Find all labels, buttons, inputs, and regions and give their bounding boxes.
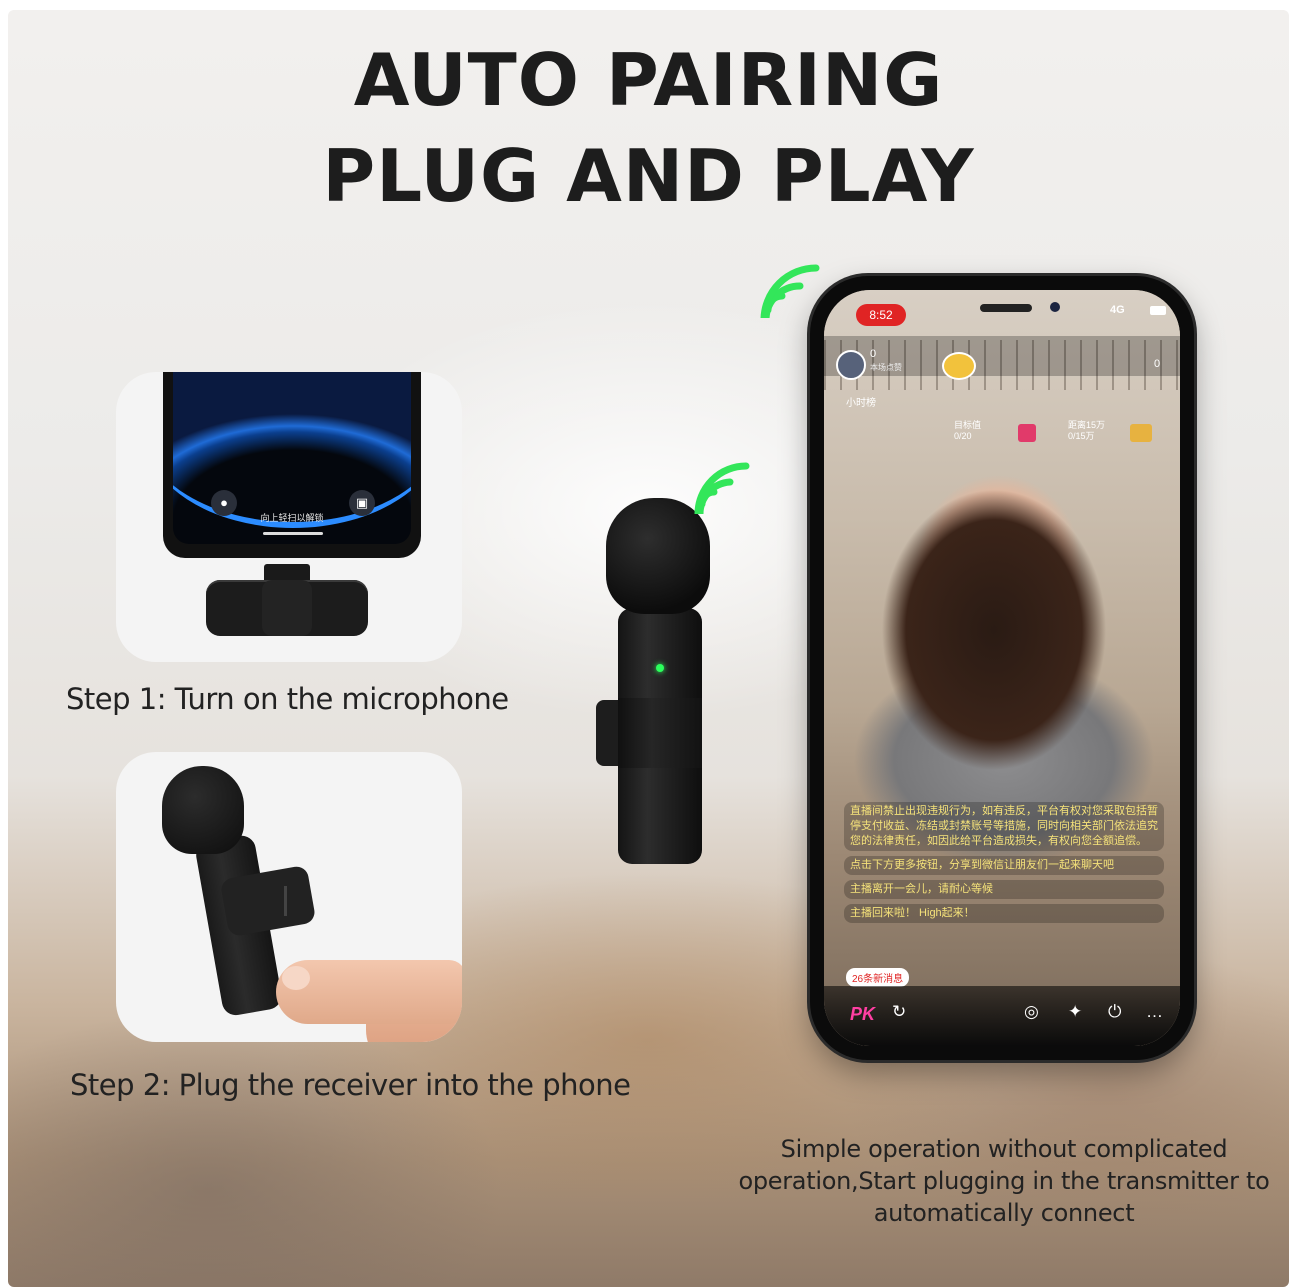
step-2-caption: Step 2: Plug the receiver into the phone: [70, 1068, 631, 1102]
new-messages-badge[interactable]: 26条新消息: [846, 968, 910, 987]
task-1-label: 目标值: [954, 420, 982, 430]
headline-line-1: AUTO PAIRING: [353, 38, 944, 122]
more-icon[interactable]: …: [1146, 1002, 1163, 1022]
mini-phone: ● ▣ 向上轻扫以解锁: [163, 372, 421, 558]
chat-list: 直播间禁止出现违规行为，如有违反，平台有权对您采取包括暂停支付收益、冻结或封禁账…: [844, 802, 1164, 928]
front-camera: [1050, 302, 1060, 312]
speaker-notch: [980, 304, 1032, 312]
pk-button[interactable]: PK: [850, 1004, 875, 1025]
step-1-image: ● ▣ 向上轻扫以解锁: [116, 372, 462, 662]
task-1[interactable]: 目标值 0/20: [954, 420, 981, 442]
livestream-video: [824, 290, 1180, 1046]
host-avatar[interactable]: [836, 350, 866, 380]
task-2-label: 距离15万: [1068, 420, 1106, 430]
chat-message: 主播离开一会儿，请耐心等候: [844, 880, 1164, 899]
product-banner: AUTO PAIRING PLUG AND PLAY ● ▣ 向上轻扫以解锁 S…: [8, 10, 1289, 1287]
stream-bottom-bar: [824, 986, 1180, 1046]
chat-message: 直播间禁止出现违规行为，如有违反，平台有权对您采取包括暂停支付收益、冻结或封禁账…: [844, 802, 1164, 851]
headline-line-2: PLUG AND PLAY: [322, 134, 975, 218]
task-2[interactable]: 距离15万 0/15万: [1068, 420, 1105, 442]
power-led: [656, 664, 664, 672]
receiver-center: [262, 580, 312, 636]
mini-phone-screen: ● ▣ 向上轻扫以解锁: [173, 372, 411, 544]
fingernail: [282, 966, 310, 990]
mic-clip-ridge: [284, 886, 287, 916]
viewer-count: 0: [870, 348, 877, 360]
step-2-image: [116, 752, 462, 1042]
battery-icon: [1150, 306, 1166, 315]
play-icon[interactable]: ◎: [1024, 1002, 1039, 1022]
network-label: 4G: [1110, 304, 1125, 316]
chat-message: 点击下方更多按钮，分享到微信让朋友们一起来聊天吧: [844, 856, 1164, 875]
step-1-caption: Step 1: Turn on the microphone: [66, 682, 509, 716]
transmitter-foam-head: [606, 498, 710, 614]
magic-wand-icon[interactable]: ✦: [1068, 1002, 1082, 1022]
treasure-chest-icon[interactable]: [1130, 424, 1152, 442]
mic-foam-head: [162, 766, 244, 854]
chat-message: 主播回来啦！ High起来！: [844, 904, 1164, 923]
description-text: Simple operation without complicated ope…: [738, 1135, 1270, 1227]
lock-hint: 向上轻扫以解锁: [260, 513, 324, 523]
phone-screen: 8:52 4G 0 本场点赞 0 小时榜 目标值 0/20 距离15万 0/15…: [824, 290, 1180, 1046]
status-time: 8:52: [856, 304, 906, 326]
task-2-value: 0/15万: [1068, 431, 1095, 441]
home-indicator: [263, 532, 323, 535]
wallpaper-arc: [173, 372, 411, 528]
wifi-signal-icon: [688, 442, 760, 514]
transmitter-band: [618, 698, 702, 768]
smartphone: 8:52 4G 0 本场点赞 0 小时榜 目标值 0/20 距离15万 0/15…: [810, 276, 1194, 1060]
power-icon[interactable]: ⏻: [1108, 1002, 1121, 1022]
host-likes-label: 本场点赞: [870, 363, 902, 372]
audience-count: 0: [1154, 358, 1161, 370]
receiver-dongle: [206, 580, 368, 636]
task-1-value: 0/20: [954, 431, 972, 441]
status-bar: 8:52 4G: [824, 290, 1180, 328]
camera-flip-icon[interactable]: ↻: [892, 1002, 906, 1022]
hour-rank[interactable]: 小时榜: [846, 394, 876, 409]
follow-icon[interactable]: [942, 352, 976, 380]
gift-icon[interactable]: [1018, 424, 1036, 442]
